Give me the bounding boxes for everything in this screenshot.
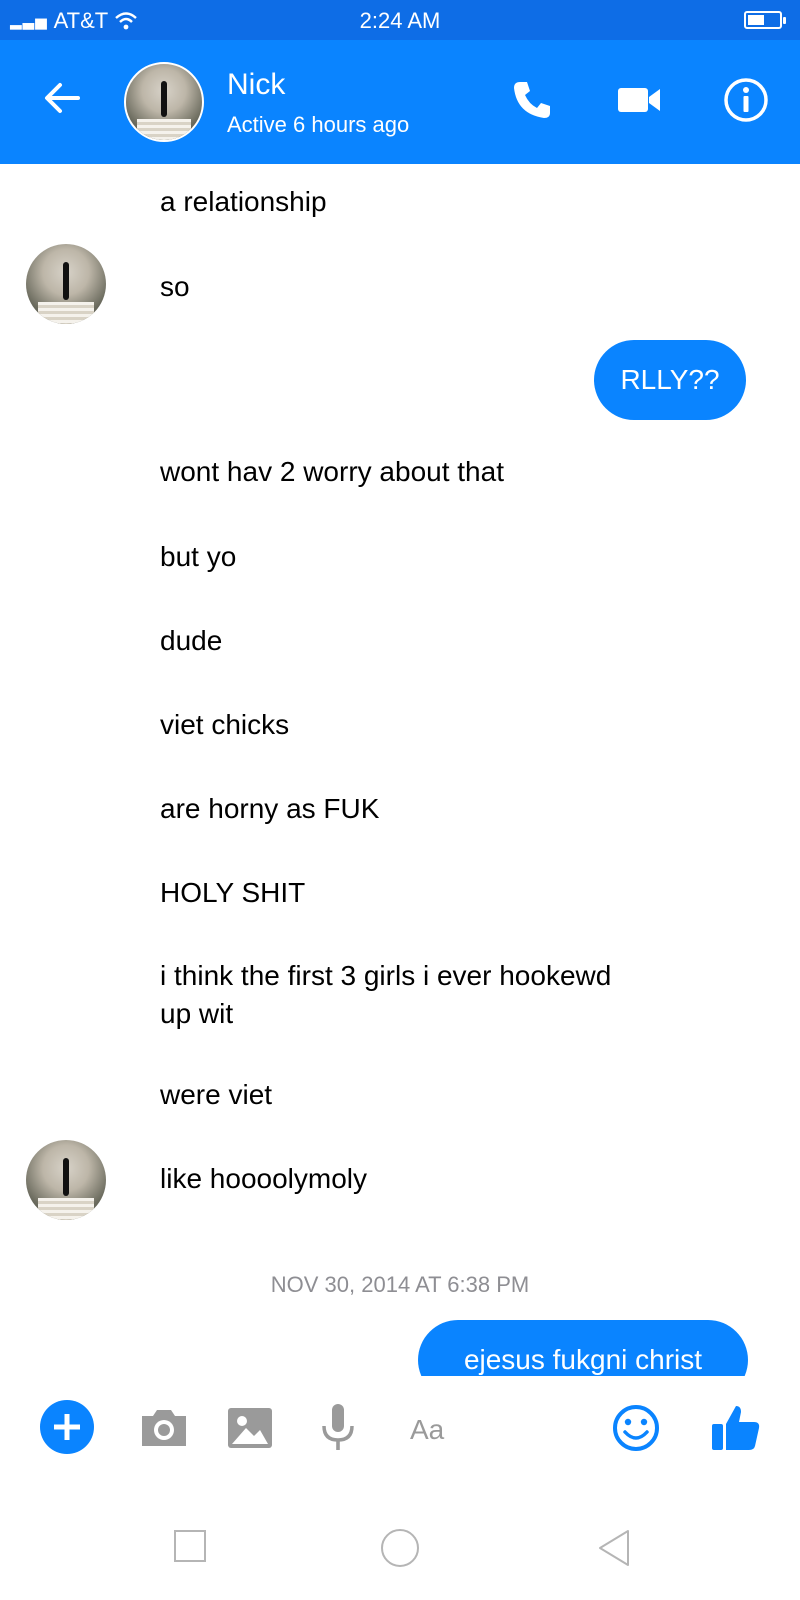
incoming-message: so <box>160 271 190 302</box>
message-timestamp: NOV 30, 2014 AT 6:38 PM <box>270 1272 530 1297</box>
emoji-icon[interactable] <box>608 1400 664 1456</box>
status-time: 2:24 AM <box>359 8 441 33</box>
contact-avatar[interactable] <box>124 62 204 142</box>
incoming-message: dude <box>160 625 223 656</box>
back-arrow-icon[interactable] <box>40 76 84 120</box>
outgoing-message-bubble[interactable]: ejesus fukgni christ <box>418 1320 748 1376</box>
image-icon[interactable] <box>222 1400 278 1456</box>
camera-icon[interactable] <box>136 1400 192 1456</box>
incoming-message: are horny as FUK <box>160 793 380 824</box>
message-avatar[interactable] <box>26 1140 106 1220</box>
incoming-message: i think the first 3 girls i ever hookewd… <box>160 957 611 1033</box>
incoming-message: HOLY SHIT <box>160 877 306 908</box>
incoming-message: viet chicks <box>160 709 290 740</box>
message-line: i think the first 3 girls i ever hookewd <box>160 960 612 991</box>
conversation-header: Nick Active 6 hours ago <box>0 40 800 164</box>
nav-circle-icon[interactable] <box>380 1528 420 1568</box>
android-nav-bar <box>0 1496 800 1600</box>
incoming-message: like hoooolymoly <box>160 1163 367 1194</box>
phone-icon[interactable] <box>508 76 556 124</box>
incoming-message: wont hav 2 worry about that <box>160 456 504 487</box>
incoming-message: a relationship <box>160 186 327 217</box>
info-icon[interactable] <box>722 76 770 124</box>
incoming-message: were viet <box>160 1079 273 1110</box>
video-camera-icon[interactable] <box>616 76 664 124</box>
incoming-message: but yo <box>160 541 237 572</box>
nav-triangle-icon[interactable] <box>596 1528 632 1568</box>
battery-icon <box>744 11 786 29</box>
contact-name[interactable]: Nick <box>227 68 285 102</box>
thumbs-up-icon[interactable] <box>708 1400 764 1456</box>
contact-status: Active 6 hours ago <box>227 112 410 137</box>
message-line: up wit <box>160 998 234 1029</box>
outgoing-message-bubble[interactable]: RLLY?? <box>594 340 746 420</box>
plus-icon[interactable] <box>40 1400 94 1454</box>
microphone-icon[interactable] <box>310 1400 366 1456</box>
composer-bar: Aa <box>0 1376 800 1496</box>
nav-square-icon[interactable] <box>172 1528 208 1564</box>
status-bar: ▂▃▅ AT&T 2:24 AM <box>0 0 800 40</box>
message-input[interactable]: Aa <box>410 1414 444 1446</box>
message-avatar[interactable] <box>26 244 106 324</box>
message-clip: ejesus fukgni christ <box>0 1300 800 1376</box>
